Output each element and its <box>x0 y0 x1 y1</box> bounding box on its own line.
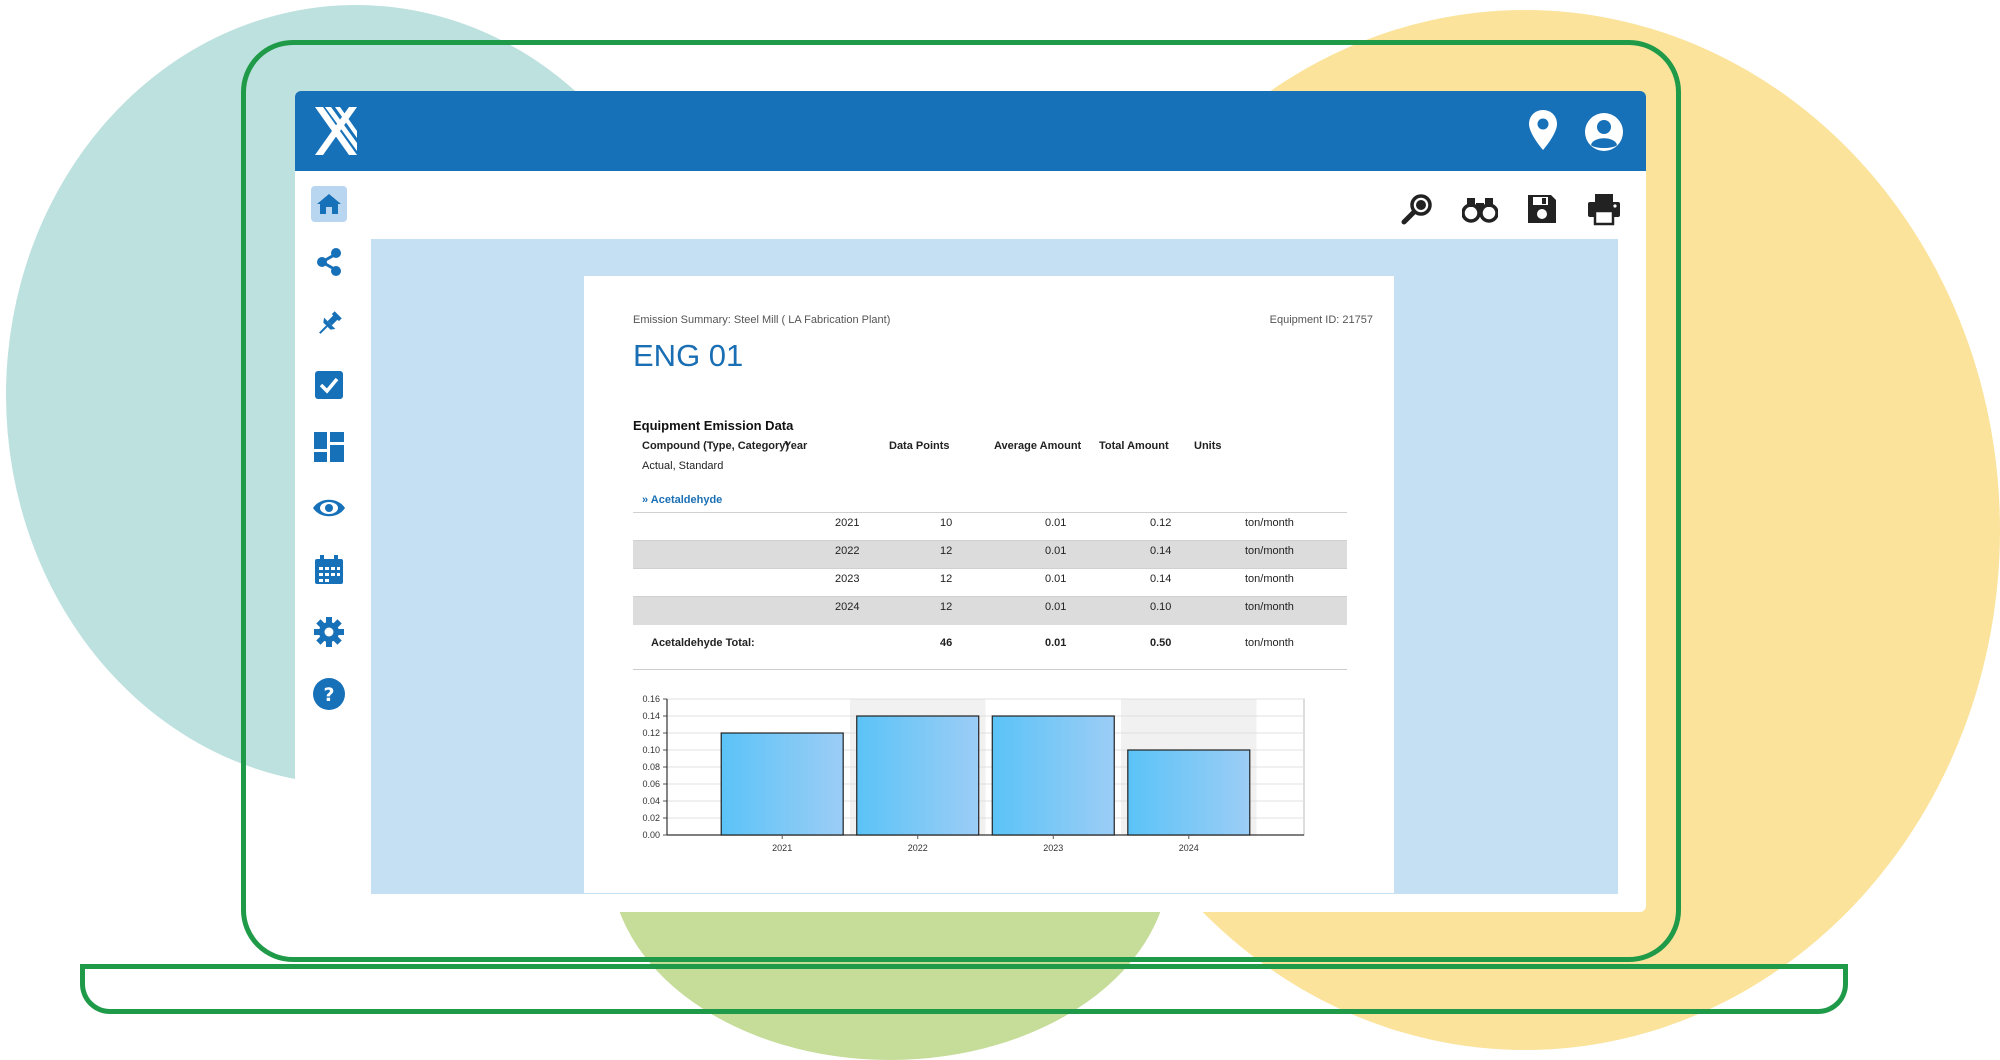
cell-average: 0.01 <box>1045 545 1067 557</box>
table-row: 2021 10 0.01 0.12 ton/month <box>633 512 1347 541</box>
cell-total: 0.12 <box>1150 517 1172 529</box>
x-tick-label: 2022 <box>908 843 928 853</box>
calendar-icon <box>315 555 343 584</box>
sidebar-item-pin[interactable] <box>311 306 347 342</box>
header-bar <box>295 91 1646 171</box>
total-average: 0.01 <box>1045 637 1067 649</box>
home-icon <box>317 194 341 214</box>
cell-units: ton/month <box>1245 517 1294 529</box>
x-tick-label: 2024 <box>1179 843 1199 853</box>
table-row: 2023 12 0.01 0.14 ton/month <box>633 568 1347 597</box>
chart-bar <box>1127 749 1251 836</box>
y-tick-label: 0.16 <box>642 694 660 704</box>
y-tick-label: 0.04 <box>642 796 660 806</box>
report-page: Emission Summary: Steel Mill ( LA Fabric… <box>584 276 1394 893</box>
column-header-units: Units <box>1194 440 1222 452</box>
y-tick-label: 0.10 <box>642 745 660 755</box>
checkbox-icon <box>315 371 343 399</box>
compound-link-acetaldehyde[interactable]: » Acetaldehyde <box>642 494 722 506</box>
total-label: Acetaldehyde Total: <box>651 637 755 649</box>
gear-icon <box>314 617 344 647</box>
cell-units: ton/month <box>1245 573 1294 585</box>
cell-total: 0.10 <box>1150 601 1172 613</box>
column-header-data-points: Data Points <box>889 440 950 452</box>
chart-bar <box>856 715 980 836</box>
sidebar-item-calendar[interactable] <box>311 552 347 588</box>
cell-total: 0.14 <box>1150 573 1172 585</box>
cell-total: 0.14 <box>1150 545 1172 557</box>
y-tick-label: 0.14 <box>642 711 660 721</box>
user-avatar-icon[interactable] <box>1584 112 1624 152</box>
column-header-average-amount: Average Amount <box>994 440 1082 452</box>
x-tick-label: 2023 <box>1043 843 1063 853</box>
y-tick-label: 0.00 <box>642 830 660 840</box>
sidebar-item-view[interactable] <box>311 490 347 526</box>
x-tick-label: 2021 <box>772 843 792 853</box>
cell-average: 0.01 <box>1045 517 1067 529</box>
print-icon[interactable] <box>1586 191 1622 227</box>
save-icon[interactable] <box>1524 191 1560 227</box>
share-icon <box>317 248 341 276</box>
cell-average: 0.01 <box>1045 573 1067 585</box>
cell-units: ton/month <box>1245 601 1294 613</box>
app-logo[interactable] <box>313 105 359 157</box>
equipment-id: Equipment ID: 21757 <box>1269 314 1373 326</box>
help-icon: ? <box>313 678 345 710</box>
column-header-total-amount: Total Amount <box>1099 440 1169 452</box>
cell-data-points: 12 <box>940 545 953 557</box>
y-tick-label: 0.12 <box>642 728 660 738</box>
pushpin-icon <box>319 311 342 334</box>
cell-year: 2024 <box>835 601 860 613</box>
total-row: Acetaldehyde Total: 46 0.01 0.50 ton/mon… <box>633 629 1347 670</box>
cell-units: ton/month <box>1245 545 1294 557</box>
sidebar-item-help[interactable]: ? <box>311 676 347 712</box>
laptop-base <box>80 964 1848 1014</box>
total-data-points: 46 <box>940 637 953 649</box>
column-header-compound: Compound (Type, Category) <box>642 440 790 452</box>
emission-bar-chart: 0.00 0.02 0.04 0.06 0.08 0.10 0.12 0.14 0.16 2021… <box>642 694 1305 853</box>
chart-bar <box>720 732 844 836</box>
sidebar-item-settings[interactable] <box>311 614 347 650</box>
column-header-year: Year <box>784 440 808 452</box>
chart-bar <box>991 715 1115 836</box>
eye-icon <box>313 499 345 517</box>
cell-year: 2023 <box>835 573 860 585</box>
report-title: ENG 01 <box>633 338 744 373</box>
total-amount: 0.50 <box>1150 637 1172 649</box>
table-row: 2022 12 0.01 0.14 ton/month <box>633 540 1347 569</box>
cell-year: 2021 <box>835 517 860 529</box>
y-tick-label: 0.06 <box>642 779 660 789</box>
section-heading: Equipment Emission Data <box>633 418 794 433</box>
sidebar-item-tasks[interactable] <box>311 367 347 403</box>
cell-data-points: 10 <box>940 517 953 529</box>
binoculars-icon[interactable] <box>1462 191 1498 227</box>
y-tick-label: 0.02 <box>642 813 660 823</box>
y-tick-label: 0.08 <box>642 762 660 772</box>
compound-subheader: Actual, Standard <box>642 460 724 472</box>
search-icon[interactable] <box>1400 191 1436 227</box>
dashboard-icon <box>314 432 344 462</box>
table-row: 2024 12 0.01 0.10 ton/month <box>633 596 1347 625</box>
cell-data-points: 12 <box>940 601 953 613</box>
total-units: ton/month <box>1245 637 1294 649</box>
sidebar-item-share[interactable] <box>311 244 347 280</box>
cell-data-points: 12 <box>940 573 953 585</box>
sidebar-item-home[interactable] <box>311 186 347 222</box>
svg-text:?: ? <box>323 684 334 706</box>
location-pin-icon[interactable] <box>1528 109 1558 151</box>
cell-average: 0.01 <box>1045 601 1067 613</box>
laptop-base-line <box>80 964 1848 969</box>
report-subtitle: Emission Summary: Steel Mill ( LA Fabric… <box>633 314 891 326</box>
sidebar-item-dashboard[interactable] <box>311 429 347 465</box>
cell-year: 2022 <box>835 545 860 557</box>
